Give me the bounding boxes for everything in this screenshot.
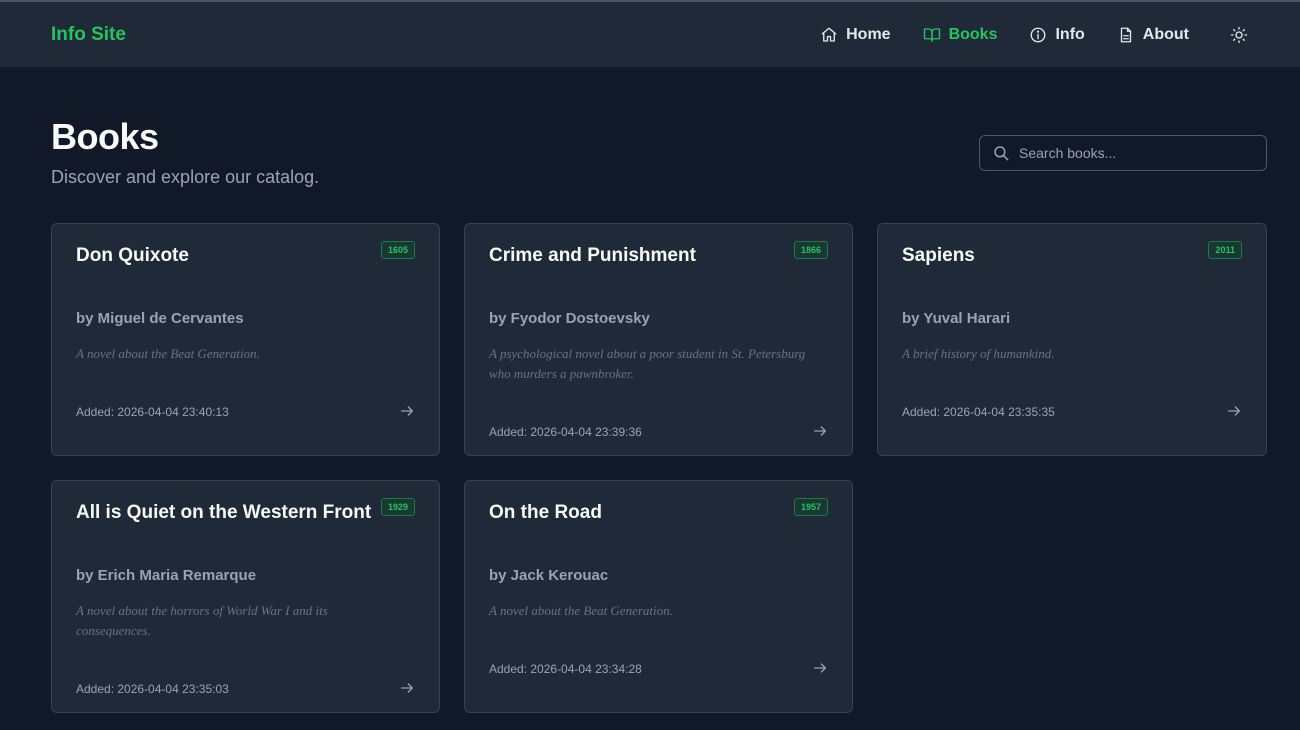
book-author: by Fyodor Dostoevsky xyxy=(489,310,650,327)
sun-icon xyxy=(1230,26,1248,43)
nav-about[interactable]: About xyxy=(1117,26,1189,44)
year-badge: 2011 xyxy=(1208,241,1242,259)
book-added-date: Added: 2026-04-04 23:34:28 xyxy=(489,662,642,676)
book-added-date: Added: 2026-04-04 23:39:36 xyxy=(489,425,642,439)
nav-info-label: Info xyxy=(1055,25,1085,43)
book-card[interactable]: Sapiens 2011 by Yuval Harari A brief his… xyxy=(877,223,1267,456)
year-badge: 1866 xyxy=(793,241,828,259)
book-title: All is Quiet on the Western Front xyxy=(76,502,372,523)
nav-books[interactable]: Books xyxy=(923,25,998,44)
nav-home-label: Home xyxy=(846,25,891,43)
document-icon xyxy=(1120,27,1131,42)
book-card[interactable]: On the Road 1957 by Jack Kerouac A novel… xyxy=(464,480,853,713)
arrow-right-icon[interactable] xyxy=(399,680,415,696)
main-nav: Home Books Info About xyxy=(788,25,1249,45)
year-badge: 1929 xyxy=(380,498,415,516)
book-author: by Yuval Harari xyxy=(902,310,1011,327)
nav-info[interactable]: Info xyxy=(1029,25,1085,44)
book-title: Crime and Punishment xyxy=(489,245,696,266)
page-subtitle: Discover and explore our catalog. xyxy=(51,167,320,187)
book-author: by Jack Kerouac xyxy=(489,567,609,584)
page-title: Books xyxy=(51,116,159,157)
site-brand[interactable]: Info Site xyxy=(51,24,126,46)
book-author: by Miguel de Cervantes xyxy=(76,310,244,327)
book-added-date: Added: 2026-04-04 23:40:13 xyxy=(76,405,229,419)
search-icon xyxy=(994,146,1009,161)
book-card[interactable]: All is Quiet on the Western Front 1929 b… xyxy=(51,480,440,713)
search-box[interactable] xyxy=(979,135,1267,171)
book-description: A novel about the Beat Generation. xyxy=(489,603,673,618)
top-navbar: Info Site Home Books Info About xyxy=(0,2,1300,67)
arrow-right-icon[interactable] xyxy=(812,660,828,676)
book-added-date: Added: 2026-04-04 23:35:03 xyxy=(76,682,229,696)
book-open-icon xyxy=(923,27,940,42)
book-title: Don Quixote xyxy=(76,245,189,266)
book-card[interactable]: Don Quixote 1605 by Miguel de Cervantes … xyxy=(51,223,440,456)
theme-toggle-button[interactable] xyxy=(1229,25,1249,45)
book-author: by Erich Maria Remarque xyxy=(76,567,257,584)
book-card[interactable]: Crime and Punishment 1866 by Fyodor Dost… xyxy=(464,223,853,456)
home-icon xyxy=(821,27,837,42)
book-title: Sapiens xyxy=(902,245,975,266)
search-input[interactable] xyxy=(1019,145,1259,161)
arrow-right-icon[interactable] xyxy=(1226,403,1242,419)
year-badge: 1957 xyxy=(793,498,828,516)
arrow-right-icon[interactable] xyxy=(399,403,415,419)
nav-home[interactable]: Home xyxy=(820,25,891,44)
info-icon xyxy=(1031,27,1046,42)
book-title: On the Road xyxy=(489,502,602,523)
nav-books-label: Books xyxy=(948,25,998,43)
nav-about-label: About xyxy=(1142,25,1189,43)
book-description: A novel about the horrors of World War I… xyxy=(76,603,328,638)
book-description: A brief history of humankind. xyxy=(902,346,1055,361)
book-added-date: Added: 2026-04-04 23:35:35 xyxy=(902,405,1055,419)
book-description: A novel about the Beat Generation. xyxy=(76,346,260,361)
book-description: A psychological novel about a poor stude… xyxy=(489,346,806,381)
arrow-right-icon[interactable] xyxy=(812,423,828,439)
year-badge: 1605 xyxy=(380,241,415,259)
